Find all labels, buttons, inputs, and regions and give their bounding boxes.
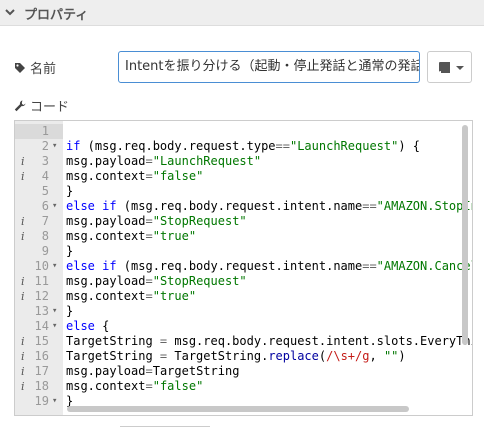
fold-toggle-icon[interactable]: ▾ <box>52 319 60 334</box>
code-line[interactable]: i 11 msg.payload="StopRequest" <box>15 274 472 289</box>
line-number: 11 <box>34 274 49 288</box>
code-text: } <box>66 184 74 198</box>
line-number: 2 <box>41 139 49 153</box>
info-marker-icon: i <box>21 230 25 243</box>
line-number: 1 <box>41 124 49 138</box>
code-text: TargetString = msg.req.body.request.inte… <box>66 334 472 348</box>
line-number: 14 <box>34 319 49 333</box>
code-line[interactable]: 1 <box>15 124 472 139</box>
horizontal-scrollbar[interactable] <box>67 406 409 412</box>
fold-toggle-icon[interactable]: ▾ <box>52 199 60 214</box>
info-marker-icon: i <box>21 380 25 393</box>
line-number: 15 <box>34 334 49 348</box>
line-number: 6 <box>41 199 49 213</box>
fold-toggle-icon[interactable]: ▾ <box>52 394 60 409</box>
code-text: msg.payload="LaunchRequest" <box>66 154 262 168</box>
name-input[interactable]: Intentを振り分ける（起動・停止発話と通常の発話） <box>118 51 420 83</box>
code-text: if (msg.req.body.request.type=="LaunchRe… <box>66 139 421 153</box>
line-number: 8 <box>41 229 49 243</box>
code-text: else if (msg.req.body.request.intent.nam… <box>66 259 472 273</box>
info-marker-icon: i <box>21 155 25 168</box>
wrench-icon <box>14 100 26 112</box>
info-marker-icon: i <box>21 275 25 288</box>
caret-down-icon <box>456 66 464 70</box>
info-marker-icon: i <box>21 290 25 303</box>
code-label: コード <box>14 96 69 115</box>
info-marker-icon: i <box>21 170 25 183</box>
code-text: msg.payload="StopRequest" <box>66 214 247 228</box>
tag-icon <box>15 63 25 73</box>
line-number: 5 <box>41 184 49 198</box>
code-line[interactable]: i 8 msg.context="true" <box>15 229 472 244</box>
code-text: msg.context="false" <box>66 379 204 393</box>
info-marker-icon: i <box>21 350 25 363</box>
book-icon <box>439 62 450 73</box>
fold-toggle-icon[interactable]: ▾ <box>52 304 60 319</box>
properties-section-header[interactable]: プロパティ <box>0 0 484 26</box>
code-text: else if (msg.req.body.request.intent.nam… <box>66 199 472 213</box>
code-text: } <box>66 244 74 258</box>
code-line[interactable]: 2 ▾ if (msg.req.body.request.type=="Launch… <box>15 139 472 154</box>
info-marker-icon: i <box>21 335 25 348</box>
code-text: msg.context="true" <box>66 229 197 243</box>
fold-toggle-icon[interactable]: ▾ <box>52 259 60 274</box>
line-number: 12 <box>34 289 49 303</box>
code-editor[interactable]: 1 2 ▾ if (msg.req.body.request.type=="Launc… <box>14 120 473 416</box>
code-line[interactable]: 9} <box>15 244 472 259</box>
code-line[interactable]: 5} <box>15 184 472 199</box>
code-line[interactable]: i 7 msg.payload="StopRequest" <box>15 214 472 229</box>
name-label: 名前 <box>14 58 56 77</box>
code-text: msg.context="true" <box>66 289 197 303</box>
code-text: TargetString = TargetString.replace(/\s+… <box>66 349 406 363</box>
code-line[interactable]: i 12 msg.context="true" <box>15 289 472 304</box>
line-number: 19 <box>34 394 49 408</box>
info-marker-icon: i <box>21 365 25 378</box>
code-line[interactable]: 6 ▾ else if (msg.req.body.request.intent.n… <box>15 199 472 214</box>
line-number: 16 <box>34 349 49 363</box>
code-line[interactable]: i 4 msg.context="false" <box>15 169 472 184</box>
code-line[interactable]: 14 ▾ else { <box>15 319 472 334</box>
line-number: 9 <box>41 244 49 258</box>
code-line[interactable]: 10 ▾ else if (msg.req.body.request.intent.… <box>15 259 472 274</box>
bottom-tab-edge <box>120 426 210 430</box>
code-text: } <box>66 304 74 318</box>
code-label-text: コード <box>30 100 70 115</box>
code-line[interactable]: 13 ▾} <box>15 304 472 319</box>
code-line[interactable]: i 16 TargetString = TargetString.replace(/… <box>15 349 472 364</box>
code-text: msg.context="false" <box>66 169 204 183</box>
chevron-down-icon <box>5 9 15 16</box>
section-title: プロパティ <box>24 8 89 23</box>
name-label-text: 名前 <box>30 62 57 77</box>
code-line[interactable]: i 15 TargetString = msg.req.body.request.i… <box>15 334 472 349</box>
code-line[interactable]: i 17 msg.payload=TargetString <box>15 364 472 379</box>
line-number: 13 <box>34 304 49 318</box>
code-line[interactable]: i 3 msg.payload="LaunchRequest" <box>15 154 472 169</box>
fold-toggle-icon[interactable]: ▾ <box>52 139 60 154</box>
line-number: 18 <box>34 379 49 393</box>
node-library-button[interactable] <box>427 51 472 83</box>
code-text: msg.payload=TargetString <box>66 364 240 378</box>
line-number: 10 <box>34 259 49 273</box>
code-text: msg.payload="StopRequest" <box>66 274 247 288</box>
line-number: 3 <box>41 154 49 168</box>
code-line[interactable]: i 18 msg.context="false" <box>15 379 472 394</box>
info-marker-icon: i <box>21 215 25 228</box>
line-number: 17 <box>34 364 49 378</box>
line-number: 4 <box>41 169 49 183</box>
line-number: 7 <box>41 214 49 228</box>
vertical-scrollbar[interactable] <box>462 125 468 345</box>
code-text: else { <box>66 319 110 333</box>
